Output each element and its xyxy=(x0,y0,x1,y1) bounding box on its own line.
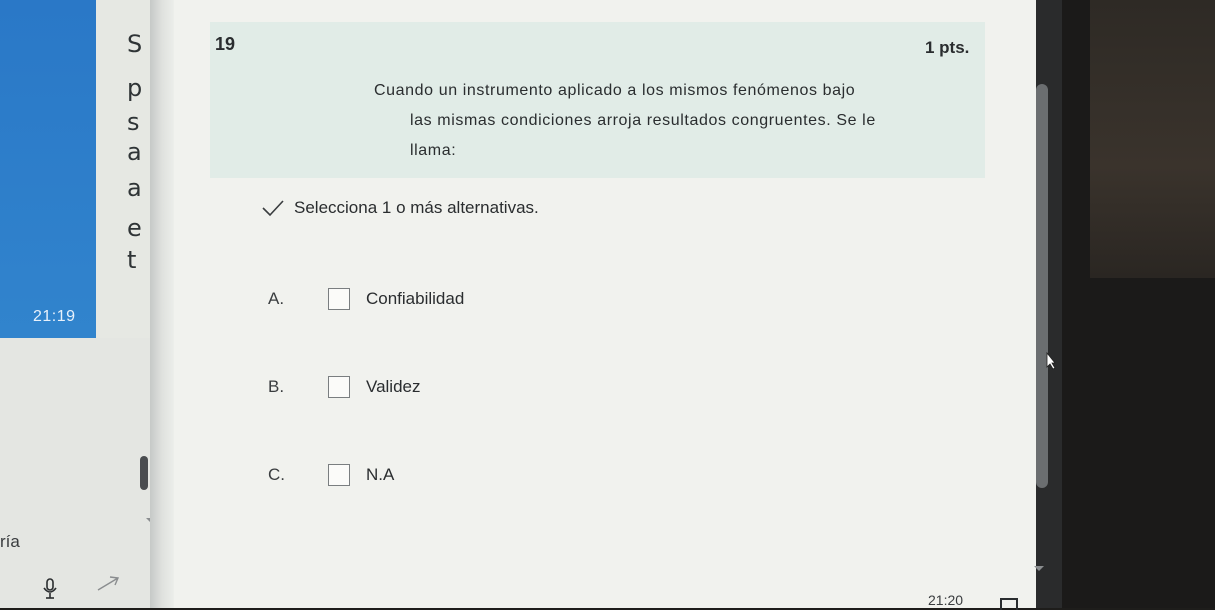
option-c-checkbox[interactable] xyxy=(328,464,350,486)
option-letter: A. xyxy=(268,289,285,308)
question-number: 19 xyxy=(215,34,236,54)
left-scrollbar[interactable] xyxy=(140,456,148,490)
side-letter: s xyxy=(127,108,140,136)
side-letter: S xyxy=(127,30,143,58)
question-text-line: las mismas condiciones arroja resultados… xyxy=(410,112,876,129)
option-c[interactable]: C. N.A xyxy=(268,464,394,486)
answer-hint: Selecciona 1 o más alternativas. xyxy=(262,198,539,218)
chevron-down-icon[interactable] xyxy=(1034,566,1044,571)
option-label[interactable]: N.A xyxy=(366,465,394,485)
side-letter: p xyxy=(127,74,143,102)
left-clock: 21:19 xyxy=(33,308,76,325)
side-letter: e xyxy=(127,214,142,242)
option-a-checkbox[interactable] xyxy=(328,288,350,310)
partial-message-text: ría xyxy=(0,532,20,551)
taskbar-clock: 21:20 xyxy=(928,592,964,608)
option-b-checkbox[interactable] xyxy=(328,376,350,398)
mouse-cursor-icon xyxy=(1046,352,1056,370)
mic-icon[interactable] xyxy=(42,578,58,600)
question-text: Cuando un instrumento aplicado a los mis… xyxy=(368,76,978,166)
arrow-icon[interactable] xyxy=(96,574,122,592)
question-text-line: Cuando un instrumento aplicado a los mis… xyxy=(374,82,856,99)
option-b[interactable]: B. Validez xyxy=(268,376,421,398)
option-letter: C. xyxy=(268,465,285,484)
side-letter: a xyxy=(127,138,142,166)
scrollbar-thumb[interactable] xyxy=(1036,84,1048,488)
option-letter: B. xyxy=(268,377,285,396)
left-chat-panel xyxy=(0,0,96,338)
question-text-line: llama: xyxy=(410,142,457,159)
hint-text: Selecciona 1 o más alternativas. xyxy=(294,198,539,217)
option-label[interactable]: Validez xyxy=(366,377,421,397)
background-wood xyxy=(1090,0,1215,278)
side-letter: t xyxy=(127,246,137,274)
panel-divider xyxy=(150,0,174,608)
option-a[interactable]: A. Confiabilidad xyxy=(268,288,464,310)
option-label[interactable]: Confiabilidad xyxy=(366,289,464,309)
left-panel-bottom xyxy=(0,338,150,608)
side-letter: a xyxy=(127,174,142,202)
question-points: 1 pts. xyxy=(925,38,970,57)
taskbar-icon[interactable] xyxy=(1000,598,1018,610)
check-icon xyxy=(262,200,284,217)
